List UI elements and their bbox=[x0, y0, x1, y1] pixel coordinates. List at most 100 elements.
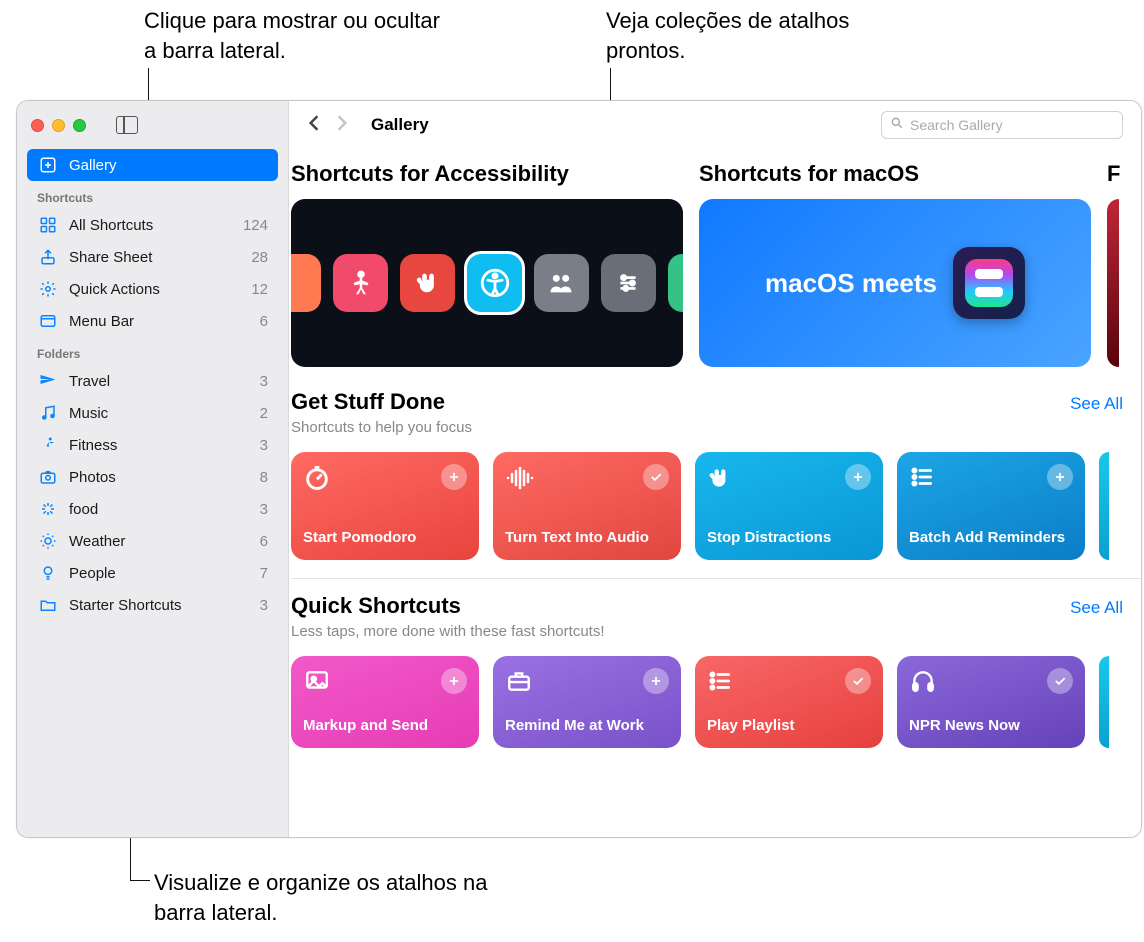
check-icon[interactable] bbox=[1047, 668, 1073, 694]
main-content: Gallery Shortcuts for Accessibility bbox=[289, 101, 1141, 837]
shortcut-chip bbox=[668, 254, 683, 312]
sidebar-item-count: 7 bbox=[260, 565, 268, 582]
collection-title: F bbox=[1107, 161, 1127, 187]
section-title: Quick Shortcuts bbox=[291, 593, 605, 619]
add-icon[interactable] bbox=[1047, 464, 1073, 490]
sidebar-section-header: Shortcuts bbox=[27, 181, 278, 209]
search-field[interactable] bbox=[881, 111, 1123, 139]
sidebar-item-all-shortcuts[interactable]: All Shortcuts 124 bbox=[27, 209, 278, 241]
toolbar-title: Gallery bbox=[371, 115, 429, 135]
callout-line bbox=[130, 880, 150, 881]
shortcut-card-markup-and-send[interactable]: Markup and Send bbox=[291, 656, 479, 748]
section-subtitle: Less taps, more done with these fast sho… bbox=[291, 623, 605, 640]
sidebar-item-count: 3 bbox=[260, 597, 268, 614]
plane-icon bbox=[37, 372, 59, 390]
card-name: NPR News Now bbox=[909, 717, 1073, 736]
sidebar-item-count: 8 bbox=[260, 469, 268, 486]
card-name: Stop Distractions bbox=[707, 529, 871, 548]
card-name: Batch Add Reminders bbox=[909, 529, 1073, 548]
add-icon[interactable] bbox=[643, 668, 669, 694]
sidebar-item-label: People bbox=[69, 565, 116, 582]
menubar-icon bbox=[37, 312, 59, 330]
shortcut-card-play-playlist[interactable]: Play Playlist bbox=[695, 656, 883, 748]
shortcut-card-stop-distractions[interactable]: Stop Distractions bbox=[695, 452, 883, 560]
forward-button[interactable] bbox=[335, 114, 349, 136]
sidebar-item-label: food bbox=[69, 501, 98, 518]
section-header: Get Stuff Done Shortcuts to help you foc… bbox=[291, 389, 1141, 436]
zoom-button[interactable] bbox=[73, 119, 86, 132]
close-button[interactable] bbox=[31, 119, 44, 132]
banner-text: macOS meets bbox=[765, 268, 937, 299]
see-all-link[interactable]: See All bbox=[1070, 394, 1123, 414]
sun-icon bbox=[37, 532, 59, 550]
shortcut-chip bbox=[291, 254, 321, 312]
run-icon bbox=[37, 436, 59, 454]
sidebar-item-weather[interactable]: Weather 6 bbox=[27, 525, 278, 557]
see-all-link[interactable]: See All bbox=[1070, 598, 1123, 618]
check-icon[interactable] bbox=[845, 668, 871, 694]
collection-banner-accessibility[interactable] bbox=[291, 199, 683, 367]
add-icon[interactable] bbox=[441, 668, 467, 694]
sidebar-item-label: Weather bbox=[69, 533, 125, 550]
callout-text: Veja coleções de atalhos prontos. bbox=[606, 6, 866, 65]
sidebar: Gallery Shortcuts All Shortcuts 124 Shar… bbox=[17, 101, 289, 837]
sidebar-item-music[interactable]: Music 2 bbox=[27, 397, 278, 429]
collection-title: Shortcuts for macOS bbox=[699, 161, 1091, 187]
sidebar-item-gallery[interactable]: Gallery bbox=[27, 149, 278, 181]
sidebar-item-label: Starter Shortcuts bbox=[69, 597, 182, 614]
collection-title: Shortcuts for Accessibility bbox=[291, 161, 683, 187]
sidebar-item-food[interactable]: food 3 bbox=[27, 493, 278, 525]
sidebar-item-travel[interactable]: Travel 3 bbox=[27, 365, 278, 397]
add-icon[interactable] bbox=[845, 464, 871, 490]
shortcut-chip bbox=[601, 254, 656, 312]
shortcut-card-partial[interactable] bbox=[1099, 656, 1109, 748]
sidebar-item-label: Share Sheet bbox=[69, 249, 152, 266]
card-name: Markup and Send bbox=[303, 717, 467, 736]
sidebar-item-starter-shortcuts[interactable]: Starter Shortcuts 3 bbox=[27, 589, 278, 621]
wave-icon bbox=[505, 464, 535, 499]
card-name: Turn Text Into Audio bbox=[505, 529, 669, 548]
search-input[interactable] bbox=[910, 117, 1114, 133]
shortcut-chip bbox=[534, 254, 589, 312]
section-get-stuff-done: Get Stuff Done Shortcuts to help you foc… bbox=[289, 367, 1141, 579]
card-name: Remind Me at Work bbox=[505, 717, 669, 736]
shortcut-chip bbox=[400, 254, 455, 312]
shortcut-card-batch-add-reminders[interactable]: Batch Add Reminders bbox=[897, 452, 1085, 560]
sidebar-section-header: Folders bbox=[27, 337, 278, 365]
content-area: Shortcuts for Accessibility bbox=[289, 149, 1141, 837]
shortcut-card-turn-text-into-audio[interactable]: Turn Text Into Audio bbox=[493, 452, 681, 560]
sidebar-item-count: 2 bbox=[260, 405, 268, 422]
callout-text: Visualize e organize os atalhos na barra… bbox=[154, 868, 494, 927]
add-icon[interactable] bbox=[441, 464, 467, 490]
shortcut-chip bbox=[333, 254, 388, 312]
sidebar-item-label: Travel bbox=[69, 373, 110, 390]
folder-icon bbox=[37, 596, 59, 614]
collection-banner-macos[interactable]: macOS meets bbox=[699, 199, 1091, 367]
sidebar-item-menu-bar[interactable]: Menu Bar 6 bbox=[27, 305, 278, 337]
toolbar: Gallery bbox=[289, 101, 1141, 149]
grid-icon bbox=[37, 216, 59, 234]
minimize-button[interactable] bbox=[52, 119, 65, 132]
sidebar-item-count: 6 bbox=[260, 313, 268, 330]
sidebar-item-fitness[interactable]: Fitness 3 bbox=[27, 429, 278, 461]
sidebar-toggle-icon[interactable] bbox=[116, 116, 138, 134]
sidebar-item-share-sheet[interactable]: Share Sheet 28 bbox=[27, 241, 278, 273]
sidebar-item-people[interactable]: People 7 bbox=[27, 557, 278, 589]
sidebar-item-count: 124 bbox=[243, 217, 268, 234]
sidebar-item-quick-actions[interactable]: Quick Actions 12 bbox=[27, 273, 278, 305]
check-icon[interactable] bbox=[643, 464, 669, 490]
shortcut-card-remind-me-at-work[interactable]: Remind Me at Work bbox=[493, 656, 681, 748]
sidebar-item-photos[interactable]: Photos 8 bbox=[27, 461, 278, 493]
shortcut-card-start-pomodoro[interactable]: Start Pomodoro bbox=[291, 452, 479, 560]
sidebar-item-count: 3 bbox=[260, 501, 268, 518]
sidebar-item-label: Fitness bbox=[69, 437, 117, 454]
hand-icon bbox=[707, 464, 733, 499]
sidebar-item-label: Quick Actions bbox=[69, 281, 160, 298]
shortcut-card-partial[interactable] bbox=[1099, 452, 1109, 560]
shortcut-card-npr-news-now[interactable]: NPR News Now bbox=[897, 656, 1085, 748]
bulb-icon bbox=[37, 564, 59, 582]
window-controls bbox=[31, 119, 86, 132]
image-icon bbox=[303, 668, 331, 701]
back-button[interactable] bbox=[307, 114, 321, 136]
collection-banner-partial[interactable] bbox=[1107, 199, 1119, 367]
